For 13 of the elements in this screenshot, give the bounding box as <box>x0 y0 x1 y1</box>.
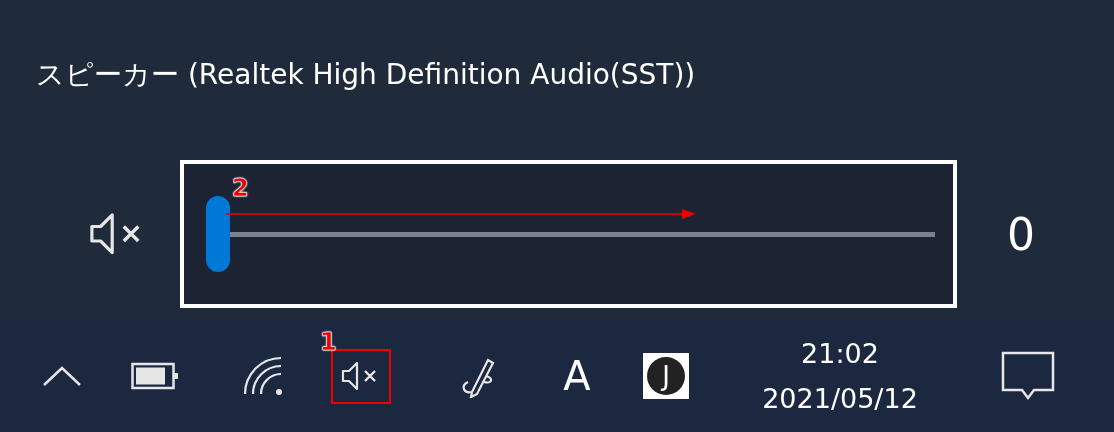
wifi-icon[interactable] <box>243 356 283 396</box>
slider-thumb[interactable] <box>206 196 230 272</box>
chevron-up-icon[interactable] <box>41 364 83 388</box>
volume-slider[interactable] <box>206 196 935 272</box>
device-title: スピーカー (Realtek High Definition Audio(SST)) <box>36 57 697 93</box>
ime-mode-indicator[interactable]: A <box>563 353 591 399</box>
step-number: 1 <box>320 328 337 356</box>
volume-reading: 0 <box>1007 208 1035 260</box>
notification-icon[interactable] <box>1001 351 1055 401</box>
clock-time[interactable]: 21:02 <box>801 338 879 369</box>
clock-date[interactable]: 2021/05/12 <box>762 383 918 414</box>
battery-icon[interactable] <box>131 362 179 390</box>
step-number: 2 <box>232 174 249 202</box>
